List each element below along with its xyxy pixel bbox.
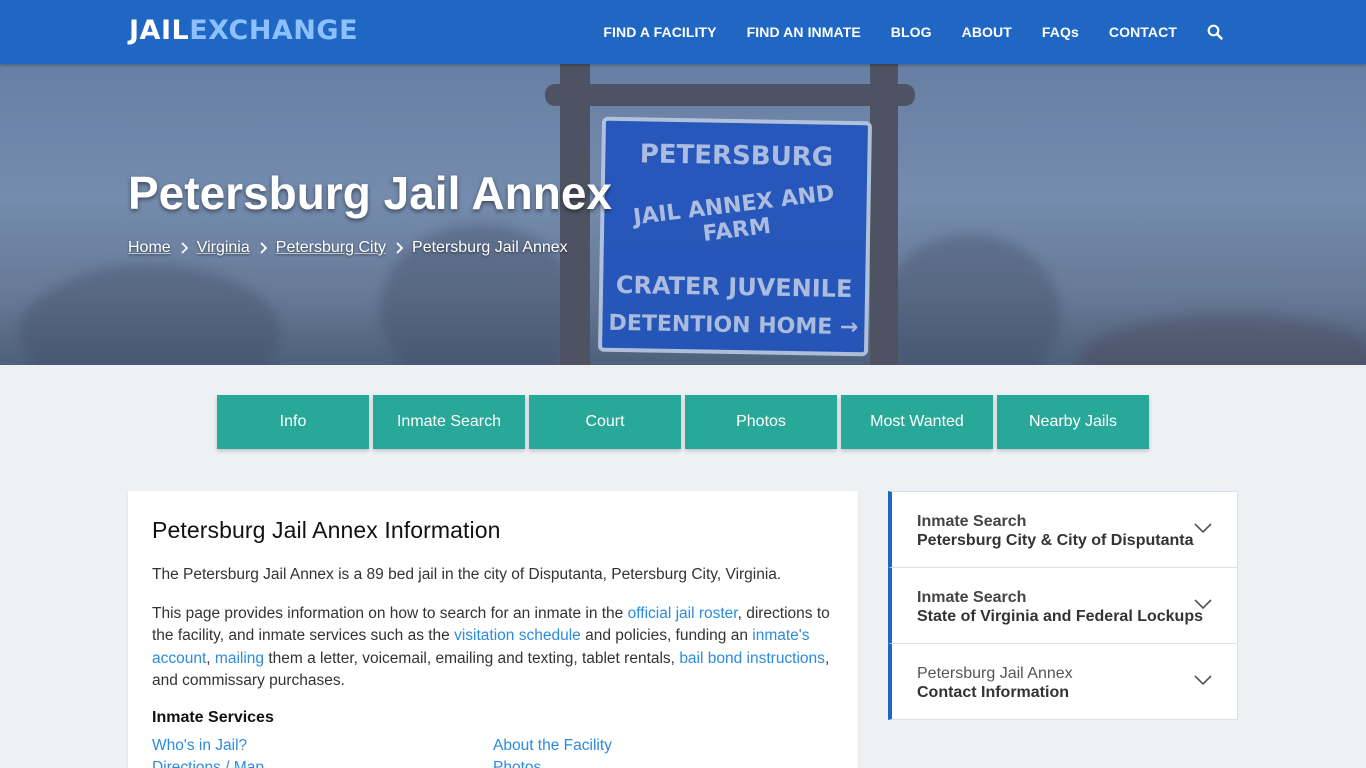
- service-whos-in-jail-link[interactable]: Who's in Jail?: [152, 735, 493, 757]
- bail-bond-link[interactable]: bail bond instructions: [679, 650, 825, 667]
- text-segment: This page provides information on how to…: [152, 604, 628, 622]
- nav-faqs[interactable]: FAQs: [1042, 24, 1079, 40]
- service-about-facility-link[interactable]: About the Facility: [493, 735, 834, 757]
- tab-info[interactable]: Info: [217, 395, 369, 449]
- breadcrumb-home[interactable]: Home: [128, 239, 171, 257]
- logo-part-exchange: EXCHANGE: [189, 15, 359, 46]
- nav-blog[interactable]: BLOG: [891, 24, 932, 40]
- nav-find-inmate[interactable]: FIND AN INMATE: [747, 24, 861, 40]
- text-segment: them a letter, voicemail, emailing and t…: [264, 649, 680, 667]
- main-nav: FIND A FACILITY FIND AN INMATE BLOG ABOU…: [573, 0, 1223, 64]
- tab-most-wanted[interactable]: Most Wanted: [841, 395, 993, 449]
- accordion-contact-info[interactable]: Petersburg Jail Annex Contact Informatio…: [888, 643, 1238, 720]
- tab-photos[interactable]: Photos: [685, 395, 837, 449]
- site-logo[interactable]: JAILEXCHANGE: [129, 15, 358, 46]
- accordion-title: Inmate Search: [917, 513, 1027, 530]
- text-segment: ,: [206, 649, 215, 667]
- services-list: Directions / Map Photos: [152, 757, 834, 768]
- nav-find-facility[interactable]: FIND A FACILITY: [603, 24, 716, 40]
- page-title: Petersburg Jail Annex: [128, 167, 613, 219]
- section-tabs: Info Inmate Search Court Photos Most Wan…: [217, 395, 1153, 449]
- tab-nearby-jails[interactable]: Nearby Jails: [997, 395, 1149, 449]
- intro-text: The Petersburg Jail Annex is a 89 bed ja…: [152, 566, 782, 583]
- breadcrumb: Home Virginia Petersburg City Petersburg…: [128, 239, 568, 257]
- search-icon[interactable]: [1207, 24, 1223, 40]
- breadcrumb-virginia[interactable]: Virginia: [197, 239, 250, 257]
- accordion-inmate-search-local[interactable]: Inmate Search Petersburg City & City of …: [888, 491, 1238, 568]
- description-text: This page provides information on how to…: [152, 603, 834, 693]
- nav-about[interactable]: ABOUT: [962, 24, 1012, 40]
- services-heading: Inmate Services: [152, 708, 274, 726]
- chevron-down-icon: [1194, 675, 1212, 686]
- top-navbar: JAILEXCHANGE FIND A FACILITY FIND AN INM…: [0, 0, 1366, 64]
- chevron-right-icon: [181, 242, 188, 254]
- hero-banner: PETERSBURG JAIL ANNEX AND FARM CRATER JU…: [0, 64, 1366, 365]
- mailing-link[interactable]: mailing: [215, 650, 264, 667]
- chevron-down-icon: [1194, 523, 1212, 534]
- service-directions-link[interactable]: Directions / Map: [152, 757, 493, 768]
- accordion-subtitle: State of Virginia and Federal Lockups: [917, 608, 1203, 625]
- logo-part-jail: JAIL: [129, 15, 190, 46]
- visitation-schedule-link[interactable]: visitation schedule: [454, 627, 581, 644]
- info-heading: Petersburg Jail Annex Information: [152, 517, 501, 543]
- accordion-subtitle: Petersburg City & City of Disputanta: [917, 532, 1194, 549]
- chevron-down-icon: [1194, 599, 1212, 610]
- official-jail-roster-link[interactable]: official jail roster: [628, 605, 738, 622]
- accordion-inmate-search-state[interactable]: Inmate Search State of Virginia and Fede…: [888, 567, 1238, 644]
- accordion-title: Inmate Search: [917, 589, 1027, 606]
- sidebar-accordion: Inmate Search Petersburg City & City of …: [888, 491, 1238, 720]
- nav-contact[interactable]: CONTACT: [1109, 24, 1177, 40]
- breadcrumb-petersburg-city[interactable]: Petersburg City: [276, 239, 386, 257]
- breadcrumb-current: Petersburg Jail Annex: [412, 239, 568, 256]
- accordion-title: Petersburg Jail Annex: [917, 665, 1073, 682]
- text-segment: and policies, funding an: [580, 627, 753, 644]
- tab-inmate-search[interactable]: Inmate Search: [373, 395, 525, 449]
- chevron-right-icon: [396, 242, 404, 254]
- accordion-subtitle: Contact Information: [917, 684, 1069, 701]
- services-list: Who's in Jail? About the Facility: [152, 735, 834, 757]
- info-card: Petersburg Jail Annex Information The Pe…: [128, 491, 858, 768]
- chevron-right-icon: [260, 242, 267, 254]
- service-photos-link[interactable]: Photos: [493, 757, 834, 768]
- tab-court[interactable]: Court: [529, 395, 681, 449]
